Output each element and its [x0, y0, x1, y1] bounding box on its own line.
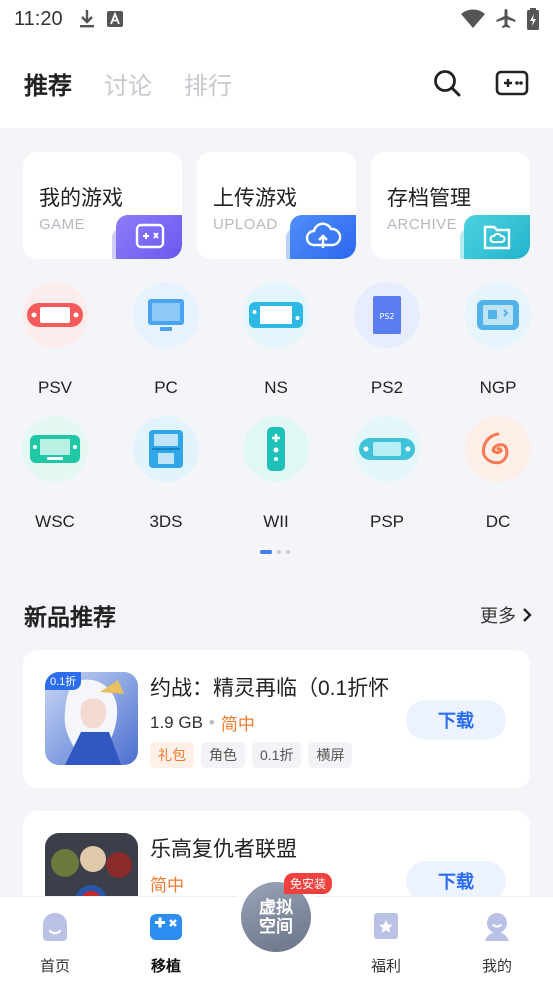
- welfare-star-icon: [374, 913, 398, 939]
- status-time: 11:20: [14, 7, 63, 30]
- platform-dc[interactable]: DC: [453, 416, 543, 532]
- section-title: 新品推荐: [24, 604, 116, 630]
- tab-discussion[interactable]: 讨论: [104, 66, 152, 101]
- game-size: 1.9 GB: [150, 712, 203, 732]
- game-language: 简中: [150, 876, 184, 895]
- ngp-icon: [465, 282, 531, 348]
- home-icon: [43, 913, 67, 941]
- archive-manage-card[interactable]: 存档管理 ARCHIVE: [371, 152, 530, 259]
- nav-label: 首页: [39, 958, 70, 975]
- ps2-icon: PS2: [354, 282, 420, 348]
- platform-label: PSV: [37, 378, 73, 397]
- tab-recommend[interactable]: 推荐: [24, 66, 72, 101]
- more-link[interactable]: 更多: [480, 602, 532, 628]
- platform-label: 3DS: [149, 512, 183, 531]
- folder-icon: [464, 215, 530, 259]
- profile-icon: [485, 913, 509, 941]
- battery-icon: [527, 8, 539, 30]
- download-button[interactable]: 下载: [406, 861, 506, 901]
- platform-wii[interactable]: WII: [231, 416, 321, 532]
- nav-home[interactable]: 首页: [20, 911, 90, 976]
- monitor-icon: [133, 282, 199, 348]
- platform-label: PC: [154, 378, 178, 397]
- virtual-space-wrapper: 虚拟空间 免安装: [232, 873, 333, 961]
- platform-label: DC: [485, 512, 511, 531]
- bottom-nav: 首页 移植 虚拟空间 免安装 福利 我的: [0, 873, 553, 984]
- game-tag: 横屏: [308, 742, 353, 768]
- game-tag: 0.1折: [252, 742, 302, 768]
- psv-icon: [22, 282, 88, 348]
- game-card[interactable]: 0.1折 约战：精灵再临（0.1折怀 1.9 GB • 简中 礼包 角色 0.1…: [23, 650, 530, 788]
- nav-port[interactable]: 移植: [131, 911, 201, 976]
- platform-label: NGP: [479, 378, 517, 397]
- meta-separator: •: [208, 712, 215, 732]
- platform-psv[interactable]: PSV: [10, 282, 100, 398]
- dc-swirl-icon: [465, 416, 531, 482]
- svg-text:PS2: PS2: [380, 312, 395, 321]
- download-button[interactable]: 下载: [406, 700, 506, 740]
- platform-ns[interactable]: NS: [231, 282, 321, 398]
- top-nav: 推荐 讨论 排行: [0, 38, 553, 128]
- game-name: 乐高复仇者联盟: [150, 838, 297, 861]
- cloud-upload-icon: [290, 215, 356, 259]
- platform-pc[interactable]: PC: [121, 282, 211, 398]
- switch-icon: [243, 282, 309, 348]
- nav-label: 我的: [481, 958, 512, 975]
- page-dot: [286, 550, 290, 554]
- airplane-icon: [496, 9, 516, 28]
- platform-3ds[interactable]: 3DS: [121, 416, 211, 532]
- platform-label: PSP: [369, 512, 405, 531]
- nav-welfare[interactable]: 福利: [351, 911, 421, 976]
- upload-game-card[interactable]: 上传游戏 UPLOAD: [197, 152, 356, 259]
- game-meta: 1.9 GB • 简中: [150, 710, 255, 735]
- platform-ngp[interactable]: NGP: [453, 282, 543, 398]
- platform-psp[interactable]: PSP: [342, 416, 432, 532]
- platform-wsc[interactable]: WSC: [10, 416, 100, 532]
- font-a-icon: [106, 11, 123, 27]
- port-gamepad-icon: [150, 914, 182, 940]
- wsc-icon: [22, 416, 88, 482]
- download-icon: [79, 10, 94, 28]
- platform-label: WII: [263, 512, 289, 531]
- archive-manage-title: 存档管理: [387, 187, 471, 210]
- wii-remote-icon: [243, 416, 309, 482]
- gamepad-icon[interactable]: [495, 69, 529, 97]
- game-tag: 角色: [201, 742, 245, 768]
- page-indicator: [260, 550, 290, 554]
- platform-label: WSC: [35, 512, 75, 531]
- game-thumbnail: 0.1折: [45, 672, 138, 765]
- nav-label: 福利: [370, 958, 401, 975]
- page-dot-active: [260, 550, 272, 554]
- my-games-title: 我的游戏: [39, 187, 123, 210]
- status-bar: 11:20: [0, 0, 553, 38]
- new-games-header: 新品推荐 更多: [24, 598, 532, 632]
- platform-label: PS2: [370, 378, 404, 397]
- game-tags: 礼包 角色 0.1折 横屏: [150, 742, 353, 768]
- chevron-right-icon: [523, 608, 532, 622]
- gamepad-icon: [116, 215, 182, 259]
- wifi-icon: [461, 9, 485, 28]
- my-games-card[interactable]: 我的游戏 GAME: [23, 152, 182, 259]
- game-name: 约战：精灵再临（0.1折怀: [150, 677, 390, 700]
- discount-badge: 0.1折: [45, 672, 82, 690]
- platform-ps2[interactable]: PS2 PS2: [342, 282, 432, 398]
- game-language: 简中: [220, 715, 255, 734]
- nav-profile[interactable]: 我的: [462, 911, 532, 976]
- quick-cards: 我的游戏 GAME 上传游戏 UPLOAD 存档管理 ARCHIVE: [23, 152, 530, 259]
- 3ds-icon: [133, 416, 199, 482]
- page-dot: [277, 550, 281, 554]
- search-icon[interactable]: [433, 69, 461, 97]
- game-tag: 礼包: [150, 742, 194, 768]
- game-meta: 简中: [150, 871, 184, 896]
- upload-game-title: 上传游戏: [213, 187, 297, 210]
- platform-label: NS: [264, 378, 288, 397]
- more-label: 更多: [480, 606, 516, 626]
- nav-label: 移植: [150, 958, 181, 975]
- psp-icon: [354, 416, 420, 482]
- no-install-badge: 免安装: [284, 873, 333, 894]
- tab-ranking[interactable]: 排行: [184, 66, 232, 101]
